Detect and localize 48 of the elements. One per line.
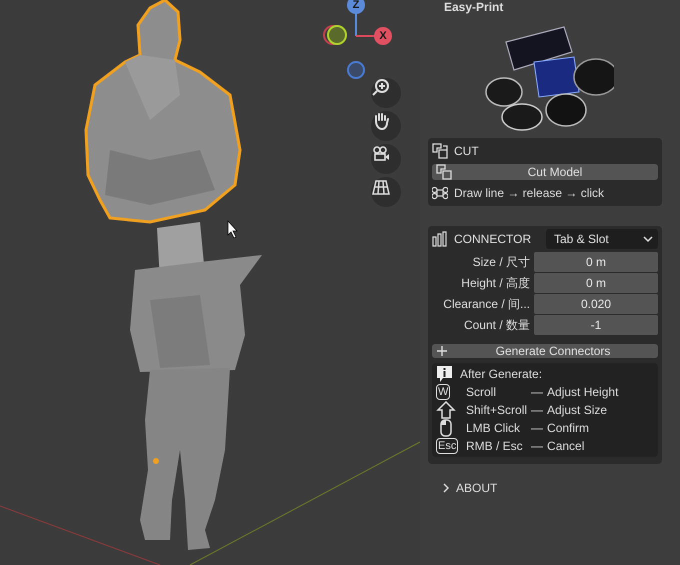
dash: — bbox=[530, 420, 544, 437]
dash: — bbox=[530, 438, 544, 455]
number-field[interactable]: 0 m bbox=[534, 252, 658, 272]
panel-title[interactable]: Easy-Print bbox=[428, 0, 504, 14]
connector-type-dropdown[interactable]: Tab & Slot bbox=[546, 229, 658, 249]
command-key-icon bbox=[432, 185, 448, 201]
grid-icon[interactable] bbox=[371, 177, 401, 207]
plus-icon bbox=[436, 345, 448, 357]
field-label: Clearance / 间... bbox=[442, 296, 530, 313]
field-label: Size / 尺寸 bbox=[472, 254, 530, 271]
action-label: Adjust Size bbox=[547, 402, 608, 419]
input-label: Scroll bbox=[465, 384, 498, 401]
dash: — bbox=[530, 402, 544, 419]
zoom-icon[interactable] bbox=[371, 78, 401, 108]
section-title: CONNECTOR bbox=[454, 232, 532, 246]
about-header[interactable]: ABOUT bbox=[442, 481, 662, 495]
shift-key-icon bbox=[436, 401, 456, 419]
gizmo-y-axis-icon[interactable] bbox=[323, 25, 347, 45]
mouse-cursor-icon bbox=[228, 220, 238, 238]
input-label: LMB Click bbox=[465, 420, 522, 437]
gizmo-z-axis[interactable]: Z bbox=[347, 0, 365, 14]
number-field[interactable]: 0.020 bbox=[534, 294, 658, 314]
cut-icon bbox=[432, 143, 448, 159]
action-label: Cancel bbox=[547, 438, 586, 455]
gizmo-x-axis[interactable]: X bbox=[374, 27, 392, 45]
cut-model-button[interactable]: Cut Model bbox=[432, 164, 658, 180]
origin-point-icon bbox=[153, 458, 159, 464]
input-label: RMB / Esc bbox=[465, 438, 524, 455]
cut-instruction: Draw line → release → click bbox=[454, 186, 604, 200]
caret-icon bbox=[643, 235, 653, 243]
hand-icon[interactable] bbox=[371, 111, 401, 141]
help-title: After Generate: bbox=[460, 366, 544, 383]
input-label: Shift+Scroll bbox=[465, 402, 528, 419]
key-icon: Esc bbox=[436, 438, 458, 454]
section-title: CUT bbox=[454, 144, 479, 158]
dash: — bbox=[530, 384, 544, 401]
number-field[interactable]: -1 bbox=[534, 315, 658, 335]
action-label: Confirm bbox=[547, 420, 590, 437]
connector-icon bbox=[432, 231, 448, 247]
action-label: Adjust Height bbox=[547, 384, 620, 401]
cut-icon bbox=[436, 164, 452, 180]
camera-icon[interactable] bbox=[371, 144, 401, 174]
number-field[interactable]: 0 m bbox=[534, 273, 658, 293]
key-icon: W bbox=[436, 384, 450, 400]
field-label: Height / 高度 bbox=[460, 275, 530, 292]
generate-connectors-button[interactable]: Generate Connectors bbox=[432, 344, 658, 358]
gizmo-negative-z-icon[interactable] bbox=[347, 61, 365, 79]
field-label: Count / 数量 bbox=[462, 317, 530, 334]
